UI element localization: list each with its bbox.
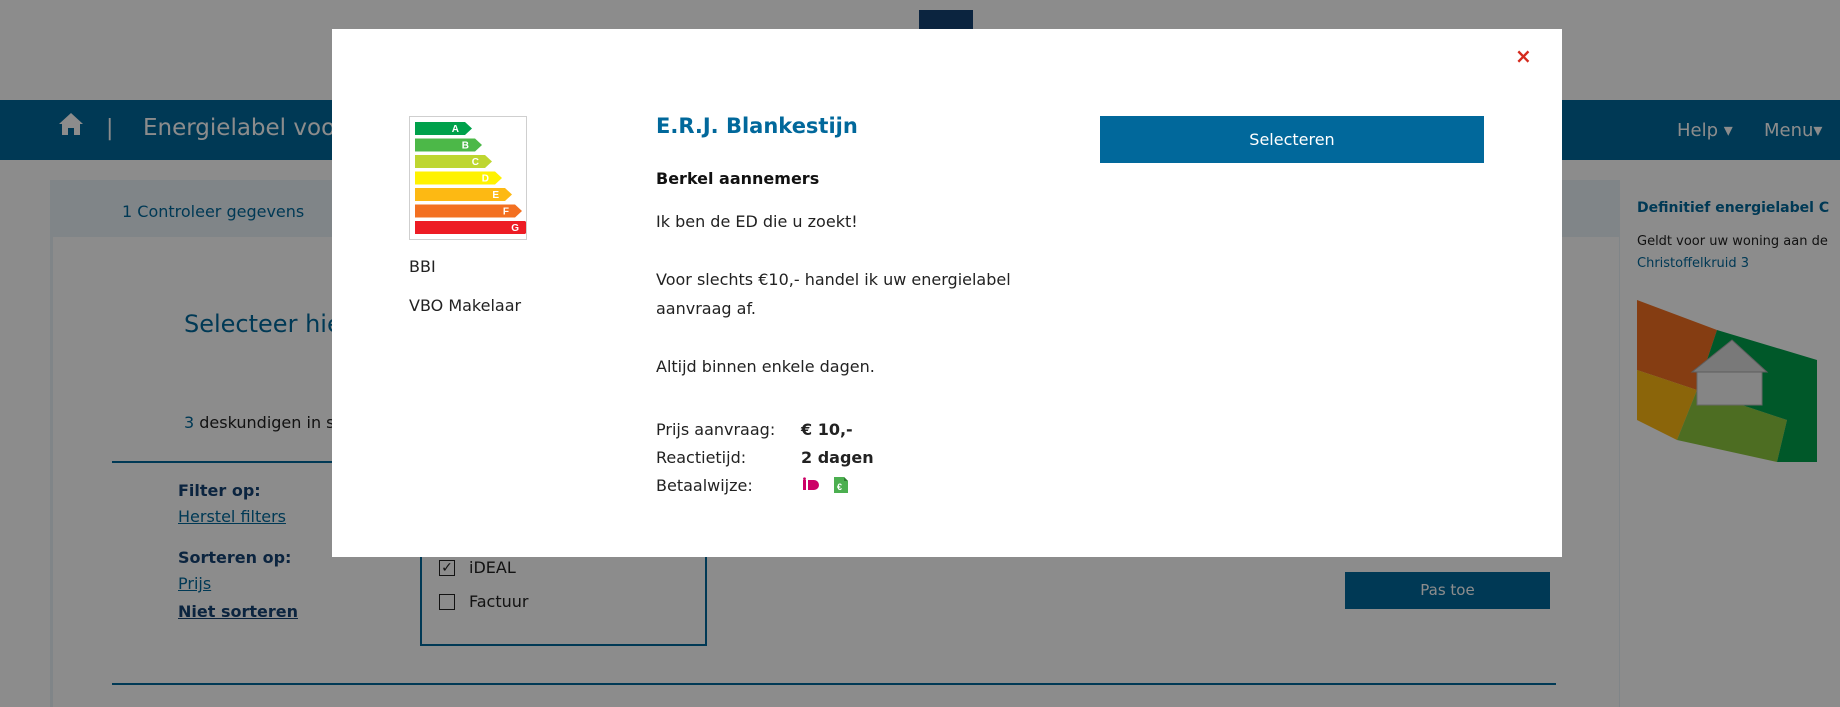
payment-icons: €: [801, 476, 849, 494]
response-value: 2 dagen: [801, 447, 874, 467]
close-icon[interactable]: ×: [1515, 44, 1532, 68]
fact-payment: Betaalwijze: €: [656, 471, 874, 499]
price-label: Prijs aanvraag:: [656, 419, 776, 439]
label-class-b-bar: [415, 138, 482, 152]
organization-bbi: BBI: [409, 257, 436, 276]
label-class-a-bar: [415, 122, 472, 135]
expert-facts: Prijs aanvraag: € 10,- Reactietijd: 2 da…: [656, 415, 874, 499]
label-class-c-bar: [415, 155, 492, 168]
svg-text:€: €: [837, 482, 842, 492]
response-label: Reactietijd:: [656, 447, 747, 467]
payment-label: Betaalwijze:: [656, 475, 753, 495]
energy-label-icon: ABCDEFG: [409, 116, 532, 240]
label-class-c-letter: C: [472, 157, 479, 168]
invoice-icon: €: [834, 477, 848, 493]
label-class-f-letter: F: [503, 207, 509, 218]
label-class-g-bar: [415, 221, 532, 234]
select-button[interactable]: Selecteren: [1100, 116, 1484, 163]
fact-response-time: Reactietijd: 2 dagen: [656, 443, 874, 471]
expert-description: Ik ben de ED die u zoekt! Voor slechts €…: [656, 212, 1011, 376]
label-class-g-letter: G: [511, 223, 519, 234]
organization-vbo: VBO Makelaar: [409, 296, 522, 315]
fact-price: Prijs aanvraag: € 10,-: [656, 415, 874, 443]
expert-name: E.R.J. Blankestijn: [656, 114, 858, 138]
energy-label-graphic: ABCDEFG: [415, 122, 532, 234]
expert-company: Berkel aannemers: [656, 169, 820, 188]
label-class-d-letter: D: [482, 174, 489, 185]
label-class-b-letter: B: [462, 141, 469, 152]
label-class-a-letter: A: [452, 124, 459, 135]
label-class-e-letter: E: [492, 190, 499, 201]
price-value: € 10,-: [801, 419, 853, 439]
ideal-icon: [801, 477, 823, 493]
